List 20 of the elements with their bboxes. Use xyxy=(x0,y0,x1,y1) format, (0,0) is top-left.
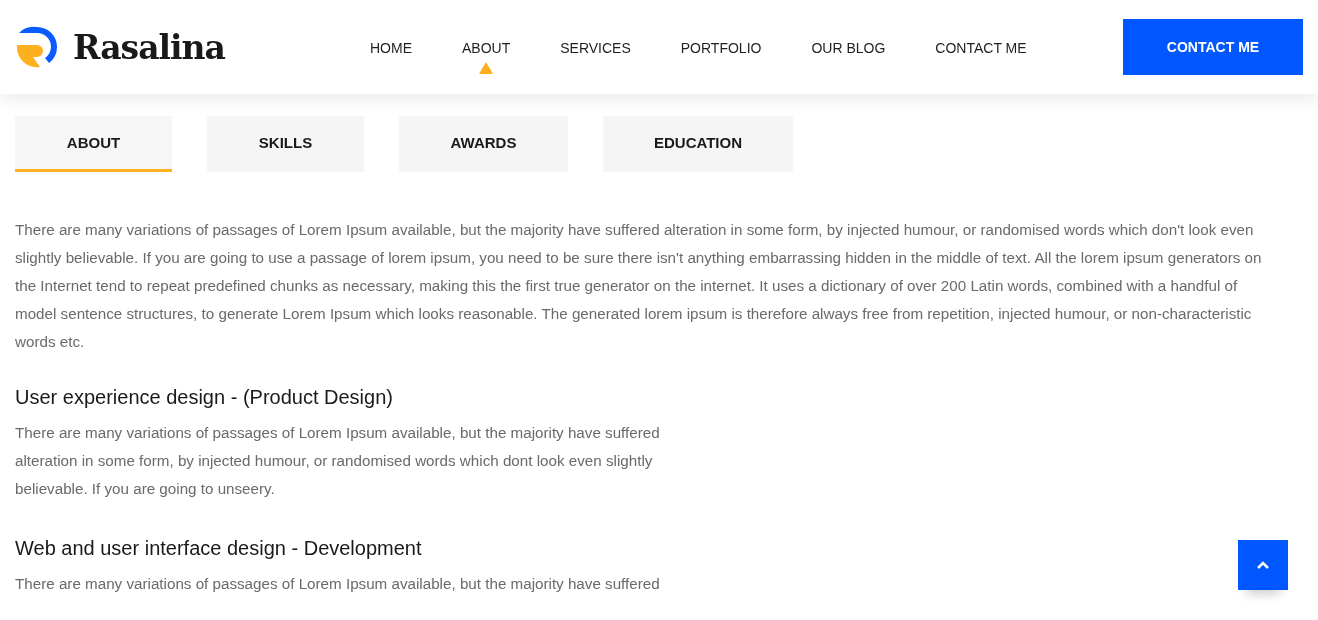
nav-link[interactable]: SERVICES xyxy=(535,40,656,74)
nav-link[interactable]: CONTACT ME xyxy=(910,40,1052,74)
brand-name: Rasalina xyxy=(73,27,225,67)
back-to-top-button[interactable] xyxy=(1238,540,1288,590)
nav-link[interactable]: HOME xyxy=(345,40,437,74)
intro-paragraph: There are many variations of passages of Lorem Ipsum available, but the majority have suffered alteration in some form, by injected humour, or randomised words which don't look even slightly believable. If you are going to use a passage of lorem ipsum, you need to be sure there isn't anything embarrassing hidden in the middle of text. All the lorem ipsum generators on the Internet tend to repeat predefined chunks as necessary, making this the first true generator on the internet. It uses a dictionary of over 200 Latin words, combined with a handful of model sentence structures, to generate Lorem Ipsum which looks reasonable. The generated lorem ipsum is therefore always free from repetition, injected humour, or non-characteristic words etc. xyxy=(15,220,1263,352)
nav-link[interactable]: PORTFOLIO xyxy=(655,40,787,74)
chevron-up-icon xyxy=(1257,561,1269,569)
section-heading: User experience design - (Product Design) xyxy=(15,386,394,409)
section-heading: Web and user interface design - Development xyxy=(15,537,423,560)
section-paragraph: There are many variations of passages of Lorem Ipsum available, but the majority have suffered alteration in some form, by injected humour, or randomised words which dont look even slightly believable. If you are going to unseery. xyxy=(15,423,661,499)
nav-link[interactable]: ABOUT xyxy=(437,40,536,74)
tab[interactable]: EDUCATION xyxy=(603,116,793,172)
contact-button[interactable]: CONTACT ME xyxy=(1123,19,1303,75)
logo-icon xyxy=(15,25,59,69)
nav-link[interactable]: OUR BLOG xyxy=(786,40,911,74)
tab[interactable]: AWARDS xyxy=(399,116,568,172)
tab[interactable]: SKILLS xyxy=(207,116,364,172)
tab[interactable]: ABOUT xyxy=(15,116,172,172)
section-paragraph: There are many variations of passages of Lorem Ipsum available, but the majority have suffered xyxy=(15,574,661,594)
